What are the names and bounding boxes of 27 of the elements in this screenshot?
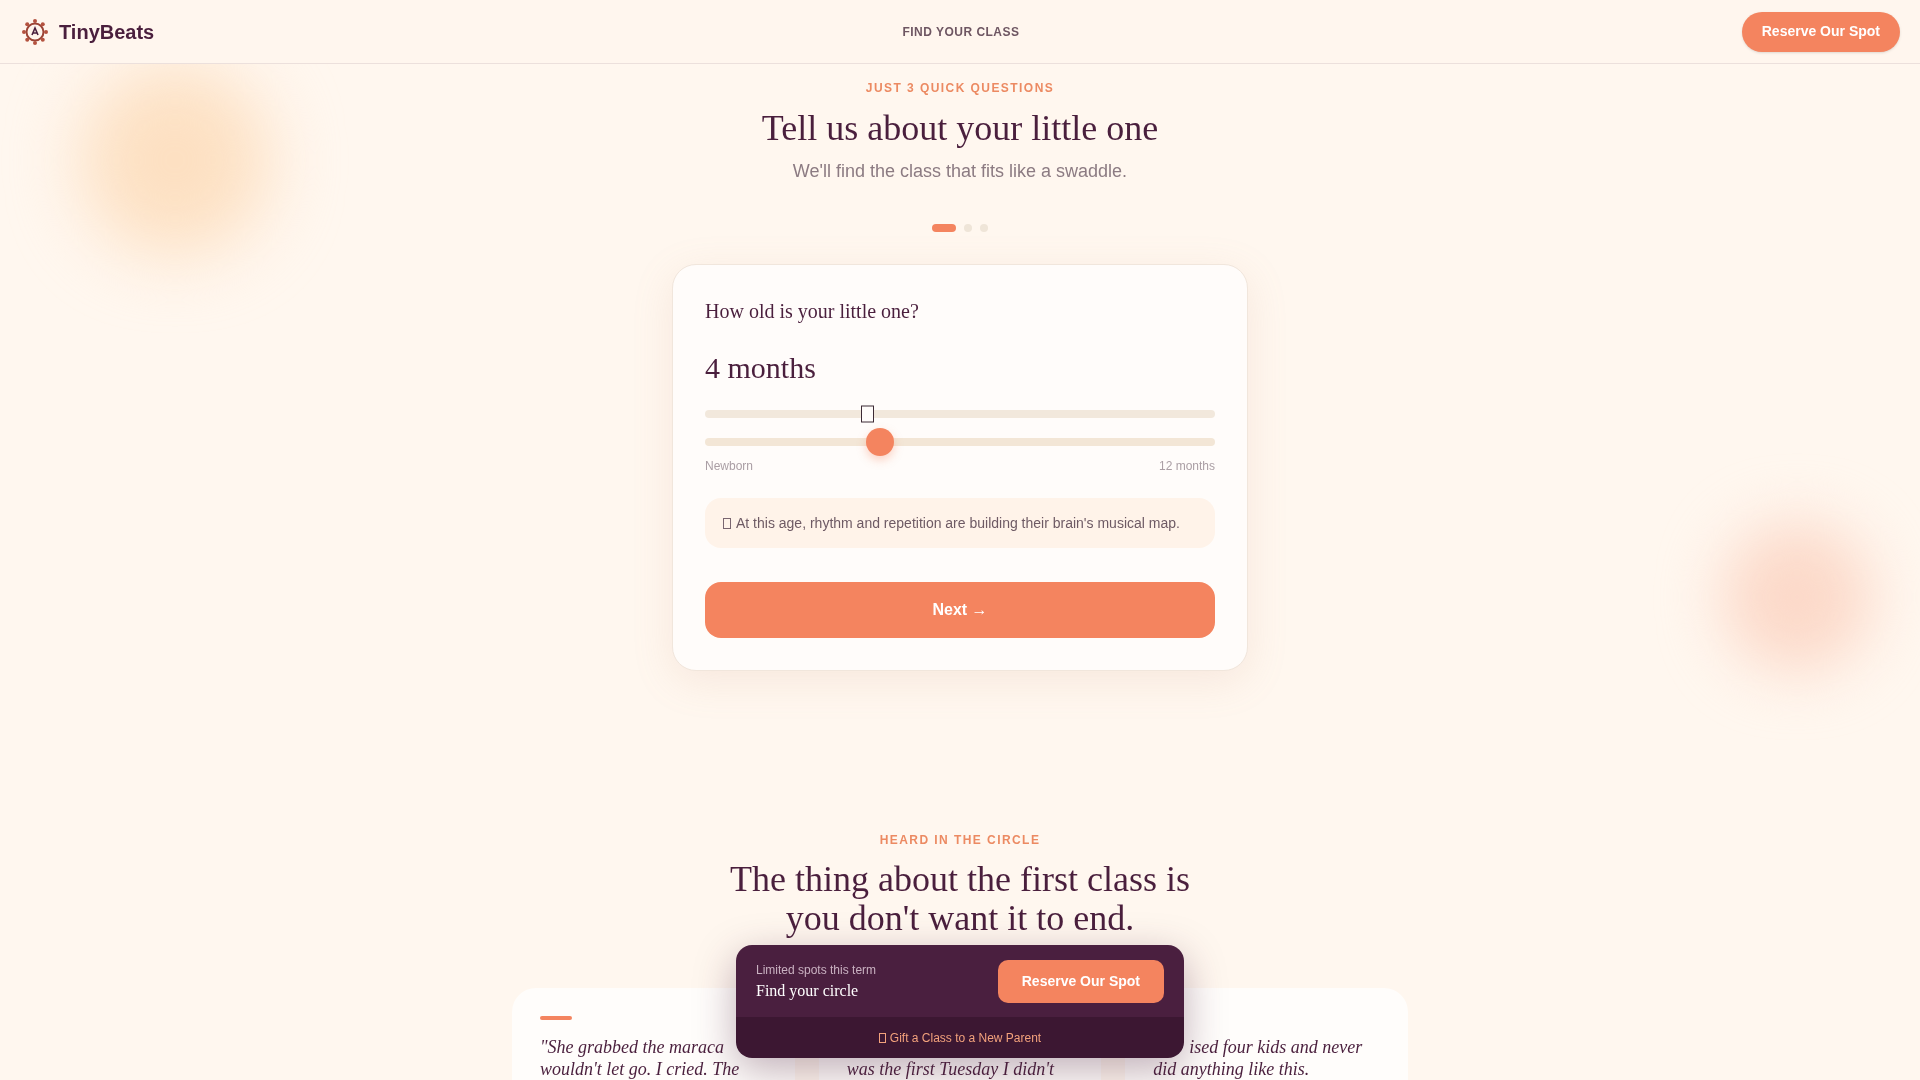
section-eyebrow: HEARD IN THE CIRCLE bbox=[879, 832, 1041, 848]
reserve-button[interactable]: Reserve Our Spot bbox=[997, 959, 1164, 1003]
quote-text: was the first Tuesday I didn't bbox=[846, 1058, 1055, 1080]
bar-title: Find your circle bbox=[756, 980, 860, 1001]
reserve-button[interactable]: Reserve Our Spot bbox=[1741, 11, 1900, 52]
nav-link[interactable]: FIND YOUR CLASS bbox=[902, 22, 1020, 41]
next-button[interactable]: Next → bbox=[705, 582, 1215, 638]
slider-thumb[interactable] bbox=[865, 428, 894, 456]
slider-min-label: Newborn bbox=[705, 458, 754, 474]
section-eyebrow: JUST 3 QUICK QUESTIONS bbox=[865, 80, 1055, 96]
quote-text: "She grabbed the maraca bbox=[540, 1036, 725, 1058]
quote-text: wouldn't let go. I cried. The bbox=[540, 1058, 740, 1080]
quote-text: did anything like this. bbox=[1153, 1058, 1310, 1080]
quote-text: ised four kids and never bbox=[1189, 1036, 1363, 1058]
section-title: Tell us about your little one bbox=[761, 108, 1159, 148]
brand-name: TinyBeats bbox=[59, 19, 155, 45]
box-glyph-icon bbox=[878, 1032, 886, 1043]
bar-caption: Limited spots this term bbox=[756, 961, 877, 978]
age-value: 4 months bbox=[705, 350, 817, 386]
logo-icon bbox=[22, 18, 48, 45]
gift-link[interactable]: Gift a Class to a New Parent bbox=[878, 1028, 1042, 1047]
box-glyph-icon bbox=[723, 517, 731, 529]
tip-text: At this age, rhythm and repetition are building their brain's musical map. bbox=[736, 513, 1180, 533]
section-title: The thing about the first class is you don't want it to end. bbox=[729, 860, 1191, 938]
question-text: How old is your little one? bbox=[705, 299, 920, 325]
section-subtitle: We'll find the class that fits like a swaddle. bbox=[792, 160, 1128, 183]
slider-max-label: 12 months bbox=[1158, 458, 1215, 474]
